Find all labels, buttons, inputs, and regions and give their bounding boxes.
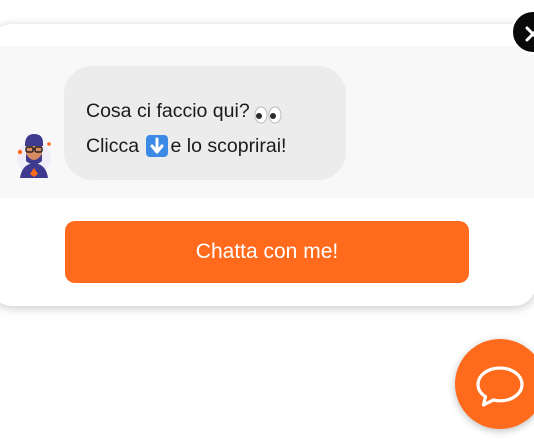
- chat-bubble-icon: [476, 366, 524, 407]
- message-text-2-end: e lo scoprirai!: [170, 135, 287, 157]
- message-line-2: Clicca e lo scoprirai!: [86, 129, 346, 164]
- page: Cosa ci faccio qui? Clicca e lo scoprira…: [0, 0, 534, 441]
- chat-popup: Cosa ci faccio qui? Clicca e lo scoprira…: [0, 24, 534, 306]
- message-text-1: Cosa ci faccio qui?: [86, 100, 250, 122]
- eyes-emoji-icon: [254, 101, 282, 124]
- down-arrow-emoji-icon: [145, 134, 168, 157]
- bot-avatar-icon: [13, 130, 55, 180]
- message-text-2-start: Clicca: [86, 135, 140, 157]
- message-line-1: Cosa ci faccio qui?: [86, 94, 346, 129]
- chat-launcher-button[interactable]: [455, 339, 534, 429]
- chat-with-me-button[interactable]: Chatta con me!: [65, 221, 469, 283]
- message-bubble: Cosa ci faccio qui? Clicca e lo scoprira…: [64, 66, 346, 180]
